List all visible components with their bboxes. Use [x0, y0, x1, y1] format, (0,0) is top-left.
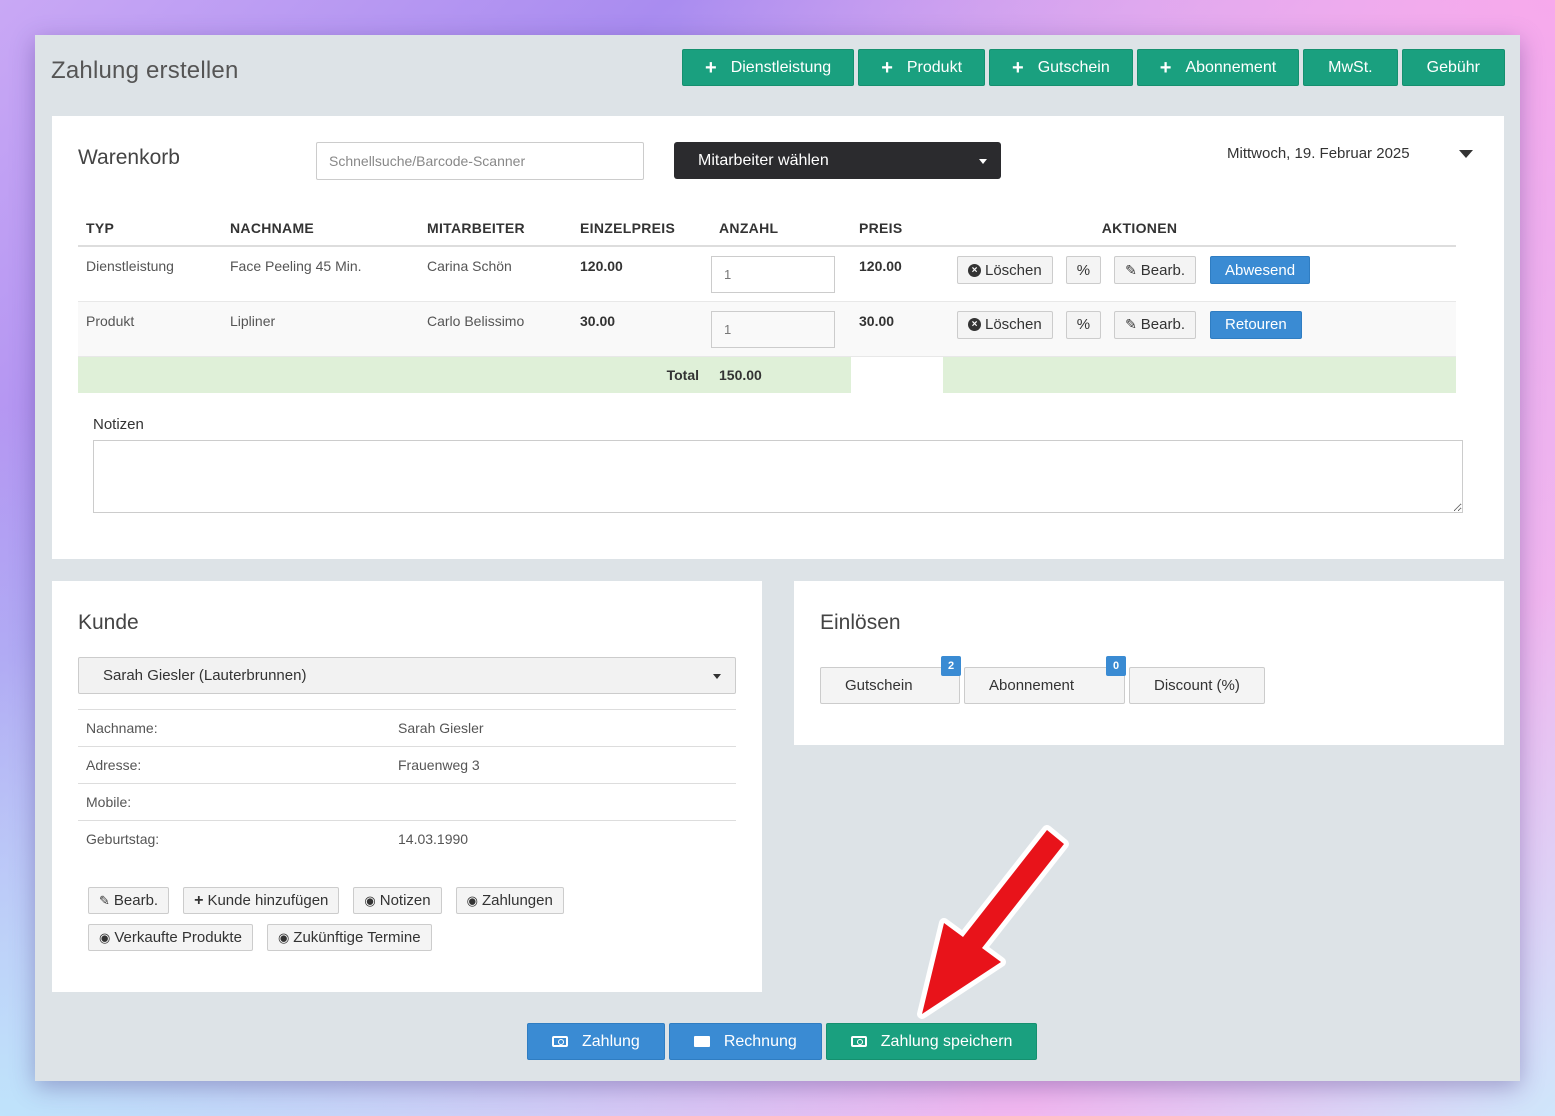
chevron-down-icon: [979, 159, 987, 164]
eye-icon: ◉: [466, 892, 478, 908]
customer-info-table: Nachname: Sarah Giesler Adresse: Frauenweg…: [78, 709, 736, 858]
cart-panel: Warenkorb Mitarbeiter wählen Mittwoch, 1…: [52, 116, 1504, 559]
edit-button[interactable]: ✎ Bearb.: [1114, 310, 1196, 339]
date-label: Mittwoch, 19. Februar 2025: [1227, 145, 1410, 162]
customer-notes-button[interactable]: ◉ Notizen: [353, 887, 442, 914]
column-header: PREIS: [851, 211, 943, 247]
pencil-icon: ✎: [99, 892, 110, 908]
eye-icon: ◉: [277, 929, 290, 945]
column-header: TYP: [78, 211, 222, 247]
quantity-input[interactable]: 1: [711, 256, 835, 293]
add-customer-button[interactable]: + Kunde hinzufügen: [183, 887, 340, 914]
remove-circle-icon: ×: [968, 318, 981, 331]
row-actions: × Löschen % ✎ Bearb. Abwesend: [957, 256, 1456, 284]
envelope-icon: [693, 1036, 710, 1047]
edit-customer-button[interactable]: ✎ Bearb.: [88, 887, 170, 914]
customer-select[interactable]: Sarah Giesler (Lauterbrunnen): [78, 657, 736, 694]
table-row: Dienstleistung Face Peeling 45 Min. Cari…: [78, 246, 1456, 301]
cell-price: 30.00: [859, 312, 895, 329]
cell-staff: Carlo Belissimo: [427, 312, 525, 329]
discount-button[interactable]: Discount (%): [1129, 667, 1265, 704]
notes-textarea[interactable]: [93, 440, 1463, 513]
fee-button[interactable]: Gebühr: [1401, 49, 1505, 86]
cell-name: Lipliner: [230, 312, 276, 329]
cart-title: Warenkorb: [78, 146, 180, 169]
notes-label: Notizen: [93, 416, 144, 433]
top-toolbar: + Dienstleistung + Produkt + Gutschein + Abo…: [682, 49, 1505, 86]
payment-button[interactable]: Zahlung: [527, 1023, 665, 1060]
add-subscription-button[interactable]: + Abonnement: [1136, 49, 1300, 86]
total-row: Total 150.00: [78, 356, 1456, 393]
edit-icon: ✎: [1125, 261, 1137, 278]
table-row: Produkt Lipliner Carlo Belissimo 30.00 1…: [78, 301, 1456, 356]
quantity-input[interactable]: 1: [711, 310, 835, 348]
chevron-down-icon[interactable]: [1459, 150, 1473, 158]
redeem-buttons: Gutschein 2 Abonnement 0 Discount (%): [820, 656, 1265, 704]
invoice-button[interactable]: Rechnung: [668, 1023, 822, 1060]
total-value: 150.00: [719, 366, 762, 383]
plus-icon: +: [1159, 56, 1172, 79]
add-voucher-button[interactable]: + Gutschein: [989, 49, 1133, 86]
plus-icon: +: [705, 56, 717, 79]
cell-typ: Dienstleistung: [86, 258, 174, 274]
column-header: ANZAHL: [711, 211, 851, 247]
vat-button[interactable]: MwSt.: [1303, 49, 1398, 86]
bottom-actions: Zahlung Rechnung Zahlung speichern: [527, 1023, 1038, 1060]
cell-price: 120.00: [859, 258, 902, 274]
edit-icon: ✎: [1125, 316, 1137, 332]
cell-staff: Carina Schön: [427, 258, 512, 274]
redeem-subscription-button[interactable]: Abonnement 0: [964, 656, 1126, 704]
total-label: Total: [666, 366, 699, 383]
save-payment-button[interactable]: Zahlung speichern: [825, 1023, 1038, 1060]
absent-button[interactable]: Abwesend: [1210, 256, 1311, 284]
column-header: NACHNAME: [222, 211, 419, 247]
returns-button[interactable]: Retouren: [1210, 310, 1302, 339]
search-input[interactable]: [316, 142, 644, 180]
customer-payments-button[interactable]: ◉ Zahlungen: [455, 887, 564, 914]
row-actions: × Löschen % ✎ Bearb. Retouren: [957, 310, 1456, 339]
add-product-button[interactable]: + Produkt: [858, 49, 986, 86]
sold-products-button[interactable]: ◉ Verkaufte Produkte: [88, 924, 253, 951]
percent-button[interactable]: %: [1065, 310, 1102, 339]
add-service-button[interactable]: + Dienstleistung: [682, 49, 855, 86]
customer-actions: ✎ Bearb. + Kunde hinzufügen ◉ Notizen ◉ Zahl…: [88, 887, 728, 961]
cart-table: TYP NACHNAME MITARBEITER EINZELPREIS ANZ…: [78, 211, 1456, 393]
cell-typ: Produkt: [86, 312, 135, 329]
cell-unit-price: 120.00: [580, 258, 623, 274]
eye-icon: ◉: [99, 929, 111, 945]
customer-panel: Kunde Sarah Giesler (Lauterbrunnen) Nach…: [52, 581, 762, 992]
remove-circle-icon: ×: [968, 263, 981, 277]
money-icon: [850, 1036, 867, 1047]
cell-unit-price: 30.00: [580, 312, 616, 329]
plus-icon: +: [1012, 56, 1024, 79]
plus-icon: +: [194, 891, 204, 909]
app-window: Zahlung erstellen + Dienstleistung + Produ…: [35, 35, 1520, 1081]
column-header: MITARBEITER: [419, 211, 572, 247]
chevron-down-icon: [713, 674, 721, 679]
redeem-panel: Einlösen Gutschein 2 Abonnement 0 Discou…: [794, 581, 1504, 745]
cell-name: Face Peeling 45 Min.: [230, 258, 362, 274]
redeem-voucher-button[interactable]: Gutschein 2: [820, 656, 961, 704]
plus-icon: +: [881, 56, 893, 79]
money-icon: [552, 1036, 568, 1047]
percent-button[interactable]: %: [1065, 256, 1102, 284]
eye-icon: ◉: [364, 892, 376, 908]
customer-title: Kunde: [78, 611, 139, 634]
delete-button[interactable]: × Löschen: [957, 310, 1053, 339]
staff-select[interactable]: Mitarbeiter wählen: [674, 142, 1001, 179]
future-appointments-button[interactable]: ◉ Zukünftige Termine: [266, 924, 432, 951]
column-header: EINZELPREIS: [572, 211, 711, 247]
page-title: Zahlung erstellen: [51, 57, 239, 84]
subscription-count-badge: 0: [1106, 656, 1126, 676]
voucher-count-badge: 2: [941, 656, 961, 676]
delete-button[interactable]: × Löschen: [957, 256, 1053, 284]
column-header: AKTIONEN: [943, 211, 1456, 247]
redeem-title: Einlösen: [820, 611, 901, 634]
edit-button[interactable]: ✎ Bearb.: [1114, 256, 1196, 284]
